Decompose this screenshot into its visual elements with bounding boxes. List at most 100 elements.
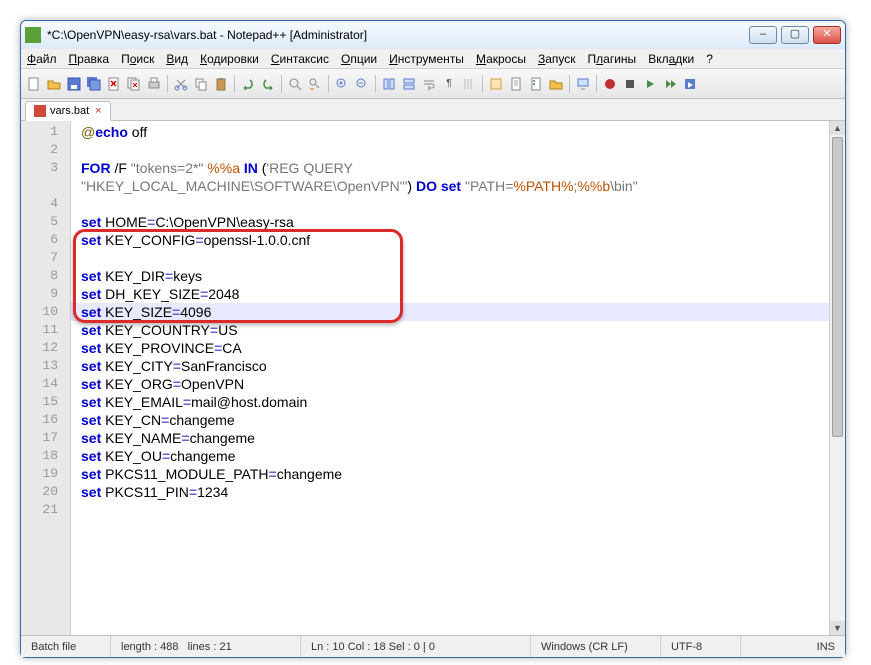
save-macro-icon[interactable] xyxy=(681,75,699,93)
show-all-chars-icon[interactable]: ¶ xyxy=(440,75,458,93)
toolbar-separator xyxy=(167,75,168,93)
cut-icon[interactable] xyxy=(172,75,190,93)
zoom-in-icon[interactable] xyxy=(333,75,351,93)
vertical-scrollbar[interactable]: ▲ ▼ xyxy=(829,121,845,635)
status-bar: Batch file length : 488 lines : 21 Ln : … xyxy=(21,635,845,657)
menu-options[interactable]: Опции xyxy=(341,52,377,66)
line-number: 4 xyxy=(21,195,70,213)
play-macro-icon[interactable] xyxy=(641,75,659,93)
line-number: 11 xyxy=(21,321,70,339)
status-language: Batch file xyxy=(21,636,111,657)
open-file-icon[interactable] xyxy=(45,75,63,93)
record-macro-icon[interactable] xyxy=(601,75,619,93)
indent-guide-icon[interactable] xyxy=(460,75,478,93)
tab-label: vars.bat xyxy=(50,105,89,117)
toolbar-separator xyxy=(375,75,376,93)
menu-encoding[interactable]: Кодировки xyxy=(200,52,259,66)
toolbar-separator xyxy=(482,75,483,93)
close-button[interactable]: ✕ xyxy=(813,26,841,44)
lang-icon[interactable] xyxy=(487,75,505,93)
minimize-button[interactable]: – xyxy=(749,26,777,44)
undo-icon[interactable] xyxy=(239,75,257,93)
toolbar-separator xyxy=(328,75,329,93)
tab-bar: vars.bat × xyxy=(21,99,845,121)
menu-syntax[interactable]: Синтаксис xyxy=(271,52,329,66)
menu-tabs[interactable]: Вкладки xyxy=(648,52,694,66)
function-list-icon[interactable] xyxy=(527,75,545,93)
status-insert-mode: INS xyxy=(741,636,845,657)
menu-help[interactable]: ? xyxy=(706,52,713,66)
menu-file[interactable]: Файл xyxy=(27,52,57,66)
menu-search[interactable]: Поиск xyxy=(121,52,154,66)
maximize-button[interactable]: ▢ xyxy=(781,26,809,44)
menu-run[interactable]: Запуск xyxy=(538,52,576,66)
toolbar: ¶ xyxy=(21,69,845,99)
replace-icon[interactable] xyxy=(306,75,324,93)
line-number xyxy=(21,177,70,195)
toolbar-separator xyxy=(569,75,570,93)
menu-tools[interactable]: Инструменты xyxy=(389,52,464,66)
close-file-icon[interactable] xyxy=(105,75,123,93)
line-number: 17 xyxy=(21,429,70,447)
line-number: 18 xyxy=(21,447,70,465)
stop-macro-icon[interactable] xyxy=(621,75,639,93)
print-icon[interactable] xyxy=(145,75,163,93)
scroll-down-icon[interactable]: ▼ xyxy=(830,621,845,635)
menu-plugins[interactable]: Плагины xyxy=(588,52,637,66)
monitor-icon[interactable] xyxy=(574,75,592,93)
window-controls: – ▢ ✕ xyxy=(749,26,841,44)
line-number: 13 xyxy=(21,357,70,375)
menu-bar: Файл Правка Поиск Вид Кодировки Синтакси… xyxy=(21,49,845,69)
status-length: length : 488 lines : 21 xyxy=(111,636,301,657)
status-eol: Windows (CR LF) xyxy=(531,636,661,657)
menu-view[interactable]: Вид xyxy=(166,52,188,66)
line-number: 12 xyxy=(21,339,70,357)
line-number: 10 xyxy=(21,303,70,321)
editor-area: 123456789101112131415161718192021 @echo … xyxy=(21,121,845,635)
code-view[interactable]: @echo off FOR /F "tokens=2*" %%a IN ('RE… xyxy=(71,121,845,635)
line-number: 9 xyxy=(21,285,70,303)
sync-v-icon[interactable] xyxy=(380,75,398,93)
line-number: 20 xyxy=(21,483,70,501)
window-title: *C:\OpenVPN\easy-rsa\vars.bat - Notepad+… xyxy=(47,28,749,42)
app-window: *C:\OpenVPN\easy-rsa\vars.bat - Notepad+… xyxy=(20,20,846,658)
toolbar-separator xyxy=(281,75,282,93)
menu-macro[interactable]: Макросы xyxy=(476,52,526,66)
save-all-icon[interactable] xyxy=(85,75,103,93)
sync-h-icon[interactable] xyxy=(400,75,418,93)
line-number: 14 xyxy=(21,375,70,393)
close-all-icon[interactable] xyxy=(125,75,143,93)
scroll-thumb[interactable] xyxy=(832,137,843,437)
doc-map-icon[interactable] xyxy=(507,75,525,93)
line-number: 8 xyxy=(21,267,70,285)
find-icon[interactable] xyxy=(286,75,304,93)
toolbar-separator xyxy=(234,75,235,93)
file-modified-icon xyxy=(34,105,46,117)
app-icon xyxy=(25,27,41,43)
copy-icon[interactable] xyxy=(192,75,210,93)
folder-icon[interactable] xyxy=(547,75,565,93)
toolbar-separator xyxy=(596,75,597,93)
tab-vars-bat[interactable]: vars.bat × xyxy=(25,101,111,121)
line-number: 3 xyxy=(21,159,70,177)
title-bar[interactable]: *C:\OpenVPN\easy-rsa\vars.bat - Notepad+… xyxy=(21,21,845,49)
line-number: 1 xyxy=(21,123,70,141)
line-number: 16 xyxy=(21,411,70,429)
line-number: 6 xyxy=(21,231,70,249)
line-number: 7 xyxy=(21,249,70,267)
tab-close-icon[interactable]: × xyxy=(95,105,101,117)
save-icon[interactable] xyxy=(65,75,83,93)
redo-icon[interactable] xyxy=(259,75,277,93)
paste-icon[interactable] xyxy=(212,75,230,93)
play-multi-icon[interactable] xyxy=(661,75,679,93)
wordwrap-icon[interactable] xyxy=(420,75,438,93)
new-file-icon[interactable] xyxy=(25,75,43,93)
line-number: 21 xyxy=(21,501,70,519)
menu-edit[interactable]: Правка xyxy=(69,52,110,66)
line-number: 2 xyxy=(21,141,70,159)
status-position: Ln : 10 Col : 18 Sel : 0 | 0 xyxy=(301,636,531,657)
line-number: 5 xyxy=(21,213,70,231)
line-number: 15 xyxy=(21,393,70,411)
scroll-up-icon[interactable]: ▲ xyxy=(830,121,845,135)
zoom-out-icon[interactable] xyxy=(353,75,371,93)
